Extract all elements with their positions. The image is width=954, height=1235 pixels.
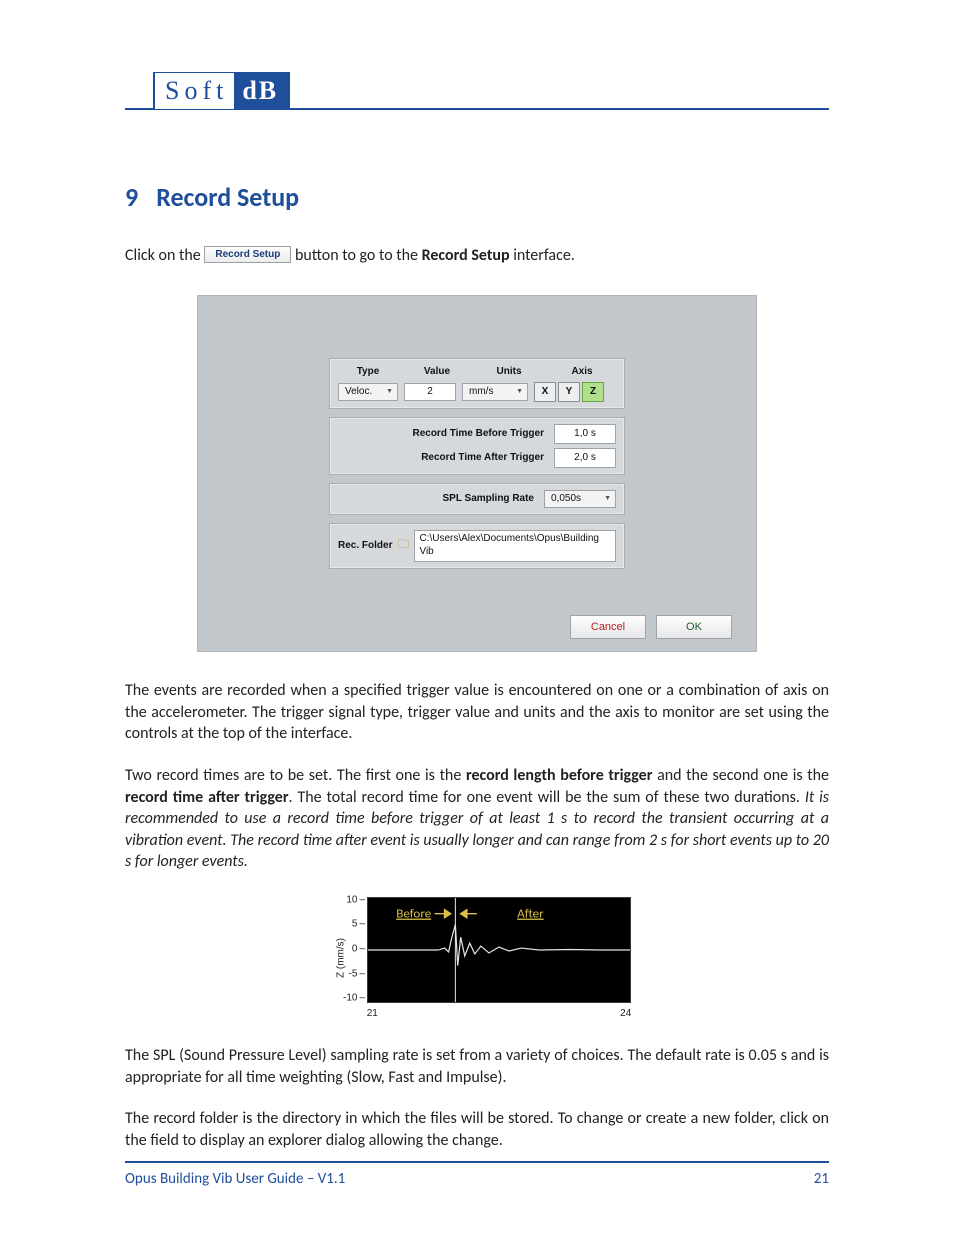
rec-folder-group: Rec. Folder 🗀 C:\Users\Alex\Documents\Op…	[329, 523, 625, 569]
value-input[interactable]: 2	[404, 383, 456, 401]
annotation-after: After	[517, 907, 544, 922]
section-heading: 9 Record Setup	[125, 180, 829, 215]
section-title: Record Setup	[156, 181, 299, 213]
brand-logo: Soft dB	[153, 72, 290, 108]
chart-svg: Before After	[368, 898, 630, 1002]
rt-before-input[interactable]: 1,0 s	[554, 424, 616, 444]
spl-group: SPL Sampling Rate 0,050s ▼	[329, 483, 625, 515]
intro-pre: Click on the	[125, 246, 204, 265]
paragraph-4: The record folder is the directory in wh…	[125, 1108, 829, 1151]
brand-rule-left	[125, 108, 153, 110]
type-select[interactable]: Veloc. ▼	[338, 383, 398, 401]
chevron-down-icon: ▼	[386, 387, 393, 396]
header-value: Value	[404, 365, 470, 379]
ytick-1: 5–	[352, 918, 365, 932]
type-select-value: Veloc.	[345, 385, 372, 399]
brand-word-soft: Soft	[155, 73, 234, 108]
p2-bold1: record length before trigger	[466, 766, 653, 785]
intro-bold: Record Setup	[422, 246, 510, 265]
brand-word-db: dB	[234, 74, 288, 109]
ytick-0: 10–	[346, 893, 365, 907]
rt-after-label: Record Time After Trigger	[338, 451, 548, 465]
before-arrow-head	[445, 910, 451, 918]
after-arrow-head	[461, 910, 467, 918]
axis-toggle-group: X Y Z	[534, 382, 616, 402]
brand-rule-right	[290, 108, 829, 110]
rt-before-label: Record Time Before Trigger	[338, 427, 548, 441]
xtick-0: 21	[367, 1007, 378, 1021]
chart-plot-area: Before After	[367, 897, 631, 1003]
record-setup-panel: Type Value Units Axis Veloc. ▼ 2 mm/s ▼	[197, 295, 757, 653]
p2-bold2: record time after trigger	[125, 788, 289, 807]
ytick-4: -10–	[343, 991, 365, 1005]
paragraph-2: Two record times are to be set. The firs…	[125, 765, 829, 873]
intro-post: button to go to the	[295, 246, 422, 265]
header-type: Type	[338, 365, 398, 379]
chart-y-ticks: 10– 5– 0– -5– -10–	[339, 893, 365, 1005]
p2-a: Two record times are to be set. The firs…	[125, 766, 466, 785]
brand-header: Soft dB	[125, 72, 829, 110]
units-select-value: mm/s	[469, 385, 493, 399]
p2-c: . The total record time for one event wi…	[289, 788, 805, 807]
record-time-group: Record Time Before Trigger 1,0 s Record …	[329, 417, 625, 475]
xtick-1: 24	[620, 1007, 631, 1021]
footer-title: Opus Building Vib User Guide – V1.1	[125, 1169, 345, 1189]
spl-rate-value: 0,050s	[551, 492, 581, 506]
rt-after-input[interactable]: 2,0 s	[554, 448, 616, 468]
folder-icon[interactable]: 🗀	[396, 530, 410, 558]
spl-label: SPL Sampling Rate	[442, 492, 538, 506]
axis-x-button[interactable]: X	[534, 382, 556, 402]
section-number: 9	[125, 181, 138, 213]
chevron-down-icon: ▼	[516, 387, 523, 396]
intro-tail: interface.	[513, 246, 575, 265]
rec-folder-label: Rec. Folder	[338, 539, 392, 553]
footer-page-number: 21	[814, 1169, 829, 1189]
intro-text: Click on the Record Setup button to go t…	[125, 245, 829, 267]
cancel-button[interactable]: Cancel	[570, 615, 646, 639]
ytick-3: -5–	[349, 967, 365, 981]
spl-rate-select[interactable]: 0,050s ▼	[544, 490, 616, 508]
before-after-chart: Z (mm/s) 10– 5– 0– -5– -10– Before After	[317, 893, 637, 1023]
units-select[interactable]: mm/s ▼	[462, 383, 528, 401]
rec-folder-path[interactable]: C:\Users\Alex\Documents\Opus\Building Vi…	[414, 530, 616, 562]
paragraph-1: The events are recorded when a specified…	[125, 680, 829, 745]
page-footer: Opus Building Vib User Guide – V1.1 21	[125, 1161, 829, 1189]
record-setup-button-image: Record Setup	[204, 246, 291, 263]
signal-path	[439, 924, 630, 965]
ytick-2: 0–	[352, 942, 365, 956]
chevron-down-icon: ▼	[604, 494, 611, 503]
axis-z-button[interactable]: Z	[582, 382, 604, 402]
p2-b: and the second one is the	[652, 766, 829, 785]
header-axis: Axis	[548, 365, 616, 379]
annotation-before: Before	[396, 907, 431, 922]
trigger-group: Type Value Units Axis Veloc. ▼ 2 mm/s ▼	[329, 358, 625, 410]
paragraph-3: The SPL (Sound Pressure Level) sampling …	[125, 1045, 829, 1088]
axis-y-button[interactable]: Y	[558, 382, 580, 402]
ok-button[interactable]: OK	[656, 615, 732, 639]
chart-x-ticks: 21 24	[367, 1007, 631, 1021]
header-units: Units	[476, 365, 542, 379]
